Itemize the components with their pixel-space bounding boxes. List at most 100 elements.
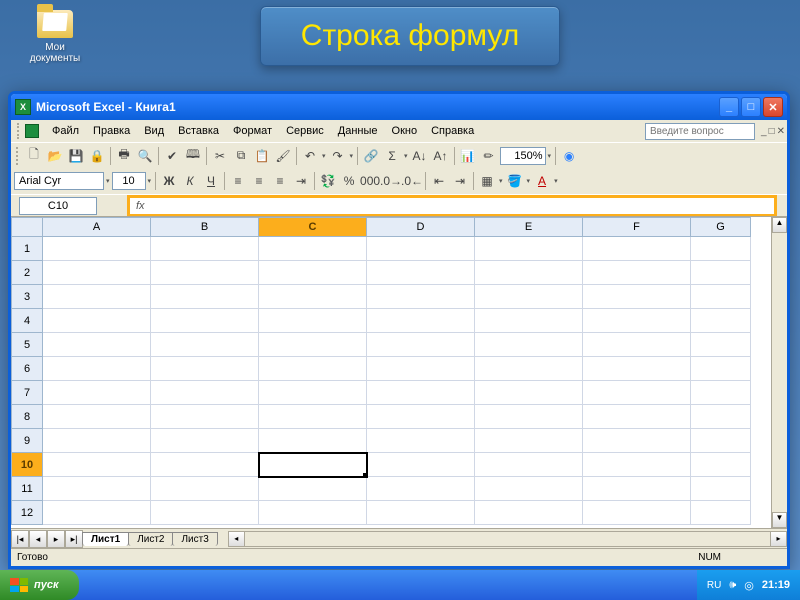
cell-E4[interactable] xyxy=(475,309,583,333)
new-icon[interactable]: 🗋 xyxy=(24,146,44,166)
cell-A1[interactable] xyxy=(43,237,151,261)
menu-file[interactable]: Файл xyxy=(45,123,86,139)
cell-B5[interactable] xyxy=(151,333,259,357)
cell-G2[interactable] xyxy=(691,261,751,285)
cell-A11[interactable] xyxy=(43,477,151,501)
cell-F3[interactable] xyxy=(583,285,691,309)
cell-E10[interactable] xyxy=(475,453,583,477)
increase-decimal-icon[interactable]: .0→ xyxy=(381,171,401,191)
cell-D12[interactable] xyxy=(367,501,475,525)
cell-G3[interactable] xyxy=(691,285,751,309)
redo-icon[interactable]: ↷ xyxy=(328,146,348,166)
cell-B10[interactable] xyxy=(151,453,259,477)
undo-icon[interactable]: ↶ xyxy=(300,146,320,166)
cell-A10[interactable] xyxy=(43,453,151,477)
cell-A5[interactable] xyxy=(43,333,151,357)
cell-C4[interactable] xyxy=(259,309,367,333)
borders-dropdown-icon[interactable]: ▾ xyxy=(499,177,503,185)
drawing-icon[interactable]: ✏ xyxy=(479,146,499,166)
minimize-button[interactable]: _ xyxy=(719,97,739,117)
cell-E12[interactable] xyxy=(475,501,583,525)
cell-C8[interactable] xyxy=(259,405,367,429)
chart-wizard-icon[interactable]: 📊 xyxy=(458,146,478,166)
cell-D3[interactable] xyxy=(367,285,475,309)
cell-F10[interactable] xyxy=(583,453,691,477)
cut-icon[interactable]: ✂ xyxy=(210,146,230,166)
name-box[interactable] xyxy=(19,197,97,215)
cell-F7[interactable] xyxy=(583,381,691,405)
cell-F11[interactable] xyxy=(583,477,691,501)
cell-D11[interactable] xyxy=(367,477,475,501)
cell-A7[interactable] xyxy=(43,381,151,405)
cell-E11[interactable] xyxy=(475,477,583,501)
cell-F8[interactable] xyxy=(583,405,691,429)
cell-A8[interactable] xyxy=(43,405,151,429)
cell-G12[interactable] xyxy=(691,501,751,525)
sheet-nav-last-icon[interactable]: ▸| xyxy=(65,530,83,548)
fx-icon[interactable]: fx xyxy=(130,200,151,212)
menu-window[interactable]: Окно xyxy=(385,123,425,139)
help-icon[interactable]: ◉ xyxy=(559,146,579,166)
fill-dropdown-icon[interactable]: ▾ xyxy=(527,177,531,185)
maximize-button[interactable]: □ xyxy=(741,97,761,117)
cell-B3[interactable] xyxy=(151,285,259,309)
cell-C6[interactable] xyxy=(259,357,367,381)
copy-icon[interactable]: ⧉ xyxy=(231,146,251,166)
ask-a-question-input[interactable] xyxy=(645,123,755,140)
align-left-icon[interactable]: ≡ xyxy=(228,171,248,191)
print-preview-icon[interactable]: 🔍 xyxy=(135,146,155,166)
cell-D5[interactable] xyxy=(367,333,475,357)
menu-help[interactable]: Справка xyxy=(424,123,481,139)
cell-A6[interactable] xyxy=(43,357,151,381)
cell-E7[interactable] xyxy=(475,381,583,405)
sheet-tab-1[interactable]: Лист1 xyxy=(82,532,129,546)
column-header-A[interactable]: A xyxy=(43,217,151,237)
sort-asc-icon[interactable]: A↓ xyxy=(410,146,430,166)
menu-edit[interactable]: Правка xyxy=(86,123,137,139)
row-header-6[interactable]: 6 xyxy=(11,357,43,381)
zoom-input[interactable] xyxy=(500,147,546,165)
cell-A12[interactable] xyxy=(43,501,151,525)
cell-B6[interactable] xyxy=(151,357,259,381)
font-dropdown-icon[interactable]: ▾ xyxy=(106,177,110,185)
print-icon[interactable]: 🖶 xyxy=(114,146,134,166)
row-header-1[interactable]: 1 xyxy=(11,237,43,261)
cell-G8[interactable] xyxy=(691,405,751,429)
row-header-3[interactable]: 3 xyxy=(11,285,43,309)
cell-E3[interactable] xyxy=(475,285,583,309)
my-documents-icon[interactable]: Мои документы xyxy=(20,10,90,64)
column-header-D[interactable]: D xyxy=(367,217,475,237)
row-header-2[interactable]: 2 xyxy=(11,261,43,285)
cell-E1[interactable] xyxy=(475,237,583,261)
hyperlink-icon[interactable]: 🔗 xyxy=(361,146,381,166)
sheet-nav-prev-icon[interactable]: ◂ xyxy=(29,530,47,548)
cell-F5[interactable] xyxy=(583,333,691,357)
cell-G7[interactable] xyxy=(691,381,751,405)
cell-G5[interactable] xyxy=(691,333,751,357)
cell-C3[interactable] xyxy=(259,285,367,309)
scroll-right-icon[interactable]: ▸ xyxy=(770,532,786,546)
cell-C5[interactable] xyxy=(259,333,367,357)
cell-D9[interactable] xyxy=(367,429,475,453)
cell-A3[interactable] xyxy=(43,285,151,309)
cell-D4[interactable] xyxy=(367,309,475,333)
tray-network-icon[interactable]: ◎ xyxy=(744,579,754,592)
row-header-11[interactable]: 11 xyxy=(11,477,43,501)
cell-A4[interactable] xyxy=(43,309,151,333)
cell-D7[interactable] xyxy=(367,381,475,405)
format-painter-icon[interactable]: 🖌 xyxy=(273,146,293,166)
autosum-icon[interactable]: Σ xyxy=(382,146,402,166)
cell-G9[interactable] xyxy=(691,429,751,453)
menu-tools[interactable]: Сервис xyxy=(279,123,331,139)
vertical-scrollbar[interactable]: ▲ ▼ xyxy=(771,217,787,528)
cell-D1[interactable] xyxy=(367,237,475,261)
select-all-button[interactable] xyxy=(11,217,43,237)
italic-icon[interactable]: К xyxy=(180,171,200,191)
cell-E6[interactable] xyxy=(475,357,583,381)
research-icon[interactable]: 🕮 xyxy=(183,146,203,166)
cell-D8[interactable] xyxy=(367,405,475,429)
cell-G6[interactable] xyxy=(691,357,751,381)
workbook-icon[interactable] xyxy=(25,124,39,138)
bold-icon[interactable]: Ж xyxy=(159,171,179,191)
cell-B2[interactable] xyxy=(151,261,259,285)
